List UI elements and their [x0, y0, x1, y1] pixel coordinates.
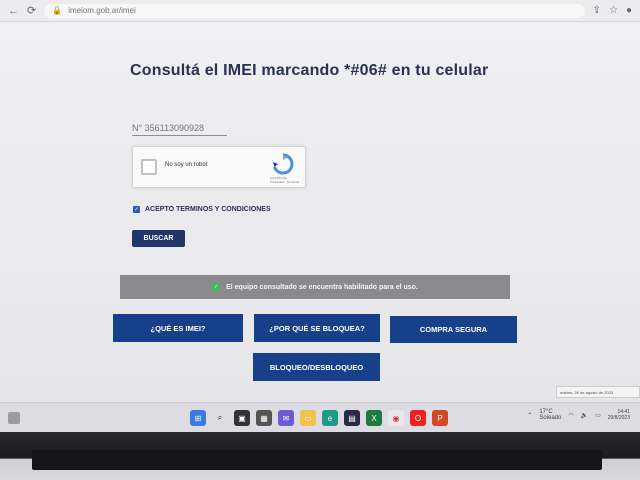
- taskbar: ⊞ ⌕ ▣ ▦ ✉ ▭ e ▤ X ◉ O P ⌃ 17°C Soleado ◠…: [0, 402, 640, 432]
- store-icon[interactable]: ▤: [344, 410, 360, 426]
- date-tooltip: martes, 29 de agosto de 2023: [556, 386, 640, 398]
- browser-toolbar: ← ⟳ 🔒 imeiom.gob.ar/imei ⇪ ☆ ●: [0, 0, 640, 22]
- status-banner: ✓ El equipo consultado se encuentra habi…: [120, 275, 510, 299]
- chrome-icon[interactable]: ◉: [388, 410, 404, 426]
- address-bar[interactable]: 🔒 imeiom.gob.ar/imei: [44, 3, 585, 18]
- star-icon[interactable]: ☆: [609, 5, 618, 16]
- opera-icon[interactable]: O: [410, 410, 426, 426]
- share-icon[interactable]: ⇪: [593, 5, 601, 16]
- reload-icon[interactable]: ⟳: [27, 4, 36, 17]
- lock-icon: 🔒: [52, 6, 63, 15]
- search-icon[interactable]: ⌕: [212, 410, 228, 426]
- recaptcha-label: No soy un robot: [165, 162, 208, 168]
- system-tray: ⌃ 17°C Soleado ◠ 🔈 ▭ 14:41 29/8/2023: [527, 409, 630, 422]
- wifi-icon[interactable]: ◠: [568, 412, 573, 419]
- windows-icon[interactable]: ⊞: [190, 410, 206, 426]
- recaptcha-logo-icon: [273, 153, 294, 175]
- terms-label: ACEPTO TERMINOS Y CONDICIONES: [145, 206, 271, 213]
- status-message: El equipo consultado se encuentra habili…: [226, 283, 418, 291]
- recaptcha-brand: reCAPTCHA Privacidad - Términos: [269, 176, 299, 184]
- recaptcha-checkbox[interactable]: [141, 159, 157, 175]
- clock[interactable]: 14:41 29/8/2023: [608, 409, 630, 422]
- why-blocked-button[interactable]: ¿POR QUÉ SE BLOQUEA?: [254, 314, 380, 342]
- imei-input[interactable]: [132, 120, 227, 136]
- weather-widget[interactable]: 17°C Soleado: [539, 409, 561, 421]
- file-explorer-icon[interactable]: ▭: [300, 410, 316, 426]
- back-icon[interactable]: ←: [8, 5, 19, 17]
- search-button[interactable]: BUSCAR: [132, 230, 185, 247]
- powerpoint-icon[interactable]: P: [432, 410, 448, 426]
- widgets-icon[interactable]: ▦: [256, 410, 272, 426]
- chevron-up-icon[interactable]: ⌃: [527, 412, 532, 419]
- widgets-weather-icon[interactable]: [8, 412, 20, 424]
- safe-purchase-button[interactable]: COMPRA SEGURA: [390, 316, 517, 343]
- recaptcha-widget: No soy un robot reCAPTCHA Privacidad - T…: [132, 146, 306, 188]
- profile-icon[interactable]: ●: [626, 5, 632, 16]
- block-unblock-button[interactable]: BLOQUEO/DESBLOQUEO: [253, 353, 380, 381]
- chat-icon[interactable]: ✉: [278, 410, 294, 426]
- terms-checkbox-row[interactable]: ✓ ACEPTO TERMINOS Y CONDICIONES: [133, 206, 271, 213]
- volume-icon[interactable]: 🔈: [581, 412, 588, 419]
- what-is-imei-button[interactable]: ¿QUÉ ES IMEI?: [113, 314, 243, 342]
- task-view-icon[interactable]: ▣: [234, 410, 250, 426]
- edge-icon[interactable]: e: [322, 410, 338, 426]
- terms-checkbox[interactable]: ✓: [133, 206, 140, 213]
- check-circle-icon: ✓: [212, 283, 221, 291]
- url-text: imeiom.gob.ar/imei: [68, 6, 136, 15]
- monitor-base: [32, 450, 602, 470]
- battery-icon[interactable]: ▭: [595, 412, 601, 419]
- excel-icon[interactable]: X: [366, 410, 382, 426]
- page-content: Consultá el IMEI marcando *#06# en tu ce…: [0, 22, 640, 402]
- page-title: Consultá el IMEI marcando *#06# en tu ce…: [130, 62, 489, 79]
